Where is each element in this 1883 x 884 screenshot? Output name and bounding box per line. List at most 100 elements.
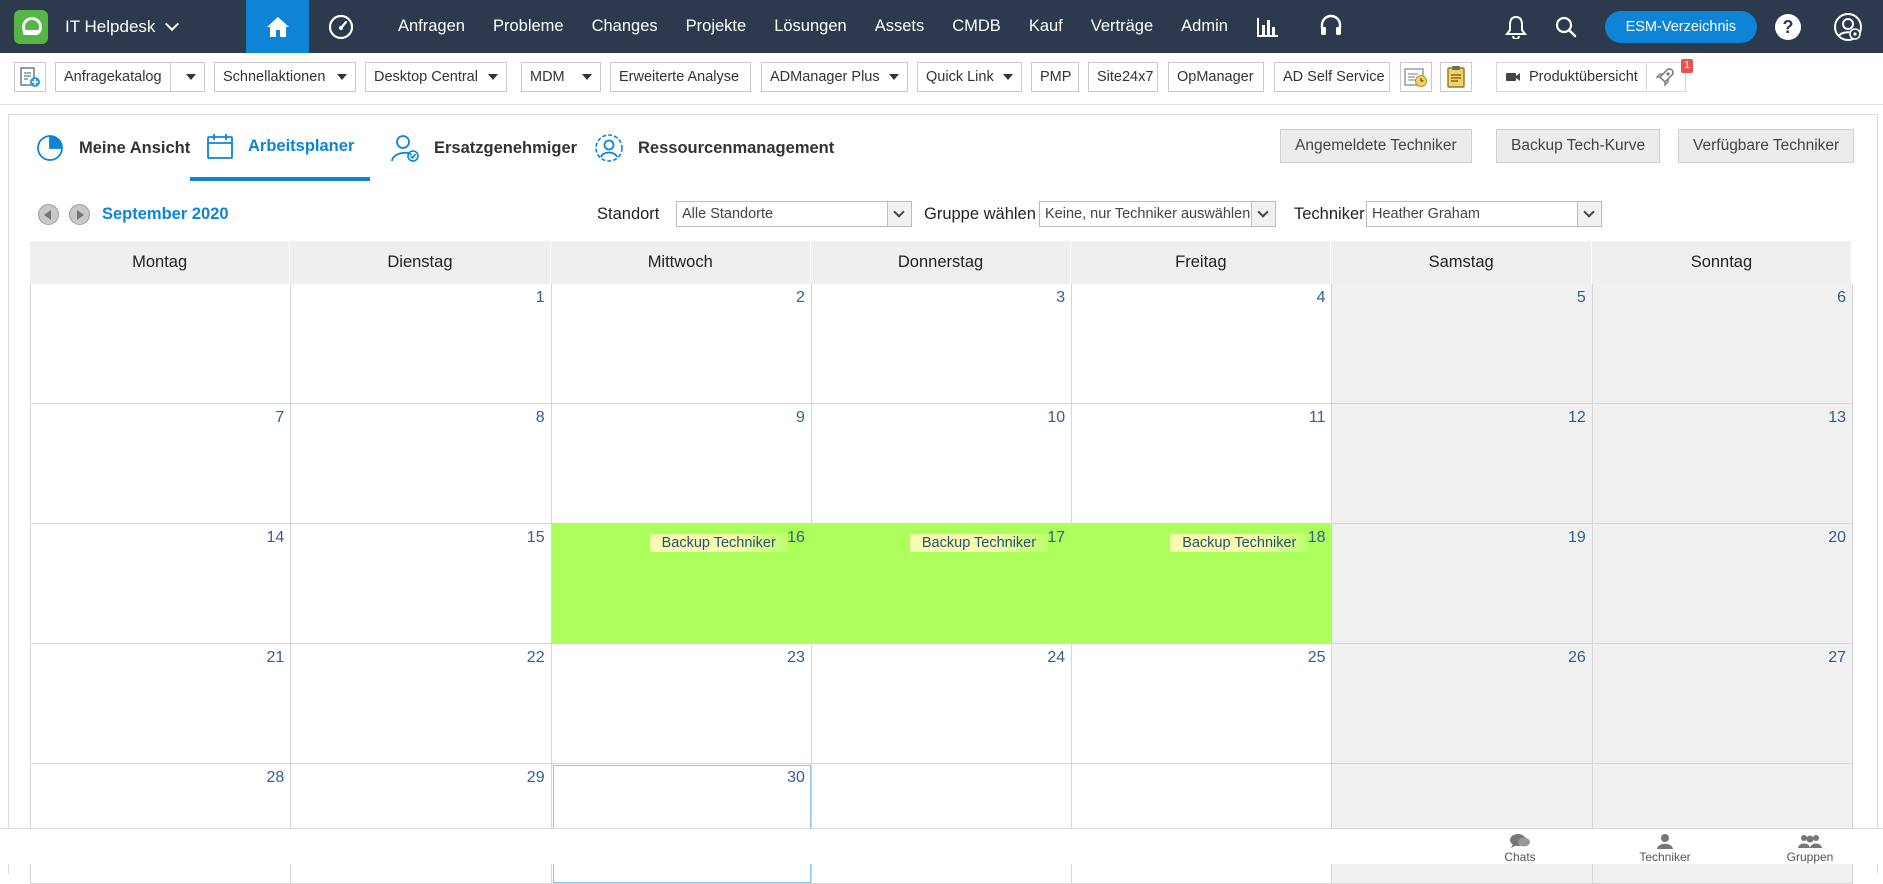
- standort-label: Standort: [597, 205, 660, 223]
- tab-meine-ansicht[interactable]: Meine Ansicht: [19, 115, 206, 181]
- nav-changes[interactable]: Changes: [578, 0, 672, 53]
- day-cell[interactable]: 14: [31, 524, 292, 644]
- standort-select[interactable]: Alle Standorte: [676, 201, 912, 227]
- nav-admin[interactable]: Admin: [1167, 0, 1242, 53]
- schnellaktionen-dropdown[interactable]: Schnellaktionen: [214, 62, 356, 92]
- day-cell[interactable]: 9: [551, 404, 812, 524]
- gruppe-select[interactable]: Keine, nur Techniker auswählen: [1039, 201, 1276, 227]
- opmanager-button[interactable]: OpManager: [1168, 62, 1264, 92]
- admanager-plus-label: ADManager Plus: [770, 69, 880, 85]
- admanager-plus-dropdown[interactable]: ADManager Plus: [761, 62, 908, 92]
- technicians-button[interactable]: Techniker: [1625, 833, 1705, 864]
- day-cell[interactable]: 19: [1332, 524, 1593, 644]
- home-button[interactable]: [246, 0, 309, 53]
- esm-directory-button[interactable]: ESM-Verzeichnis: [1604, 10, 1757, 43]
- clipboard-button[interactable]: [1440, 62, 1472, 92]
- nav-vertraege[interactable]: Verträge: [1077, 0, 1167, 53]
- weekday-monday: Montag: [30, 241, 291, 284]
- day-cell[interactable]: 10: [811, 404, 1073, 524]
- tab-arbeitsplaner[interactable]: Arbeitsplaner: [190, 115, 371, 181]
- nav-anfragen[interactable]: Anfragen: [384, 0, 479, 53]
- next-month-button[interactable]: [69, 204, 90, 225]
- nav-cmdb[interactable]: CMDB: [938, 0, 1015, 53]
- schnellaktionen-label: Schnellaktionen: [223, 69, 326, 85]
- app-title: IT Helpdesk: [65, 16, 156, 36]
- day-cell[interactable]: 11: [1072, 404, 1333, 524]
- chat-bubbles-icon: [1510, 834, 1530, 848]
- previous-month-button[interactable]: [38, 204, 59, 225]
- erweiterte-analyse-button[interactable]: Erweiterte Analyse: [610, 62, 751, 92]
- backup-tech-kurve-button[interactable]: Backup Tech-Kurve: [1496, 129, 1661, 163]
- timesheet-button[interactable]: [1400, 62, 1432, 92]
- help-button[interactable]: ?: [1775, 13, 1801, 40]
- tab-ersatzgenehmiger[interactable]: Ersatzgenehmiger: [374, 115, 593, 181]
- day-cell[interactable]: 26: [1332, 644, 1593, 764]
- anfragekatalog-dropdown[interactable]: Anfragekatalog: [55, 62, 205, 92]
- notifications-button[interactable]: [1491, 0, 1541, 53]
- backup-technician-event[interactable]: Backup Techniker: [1170, 534, 1309, 552]
- quick-toolbar: Anfragekatalog Schnellaktionen Desktop C…: [0, 53, 1883, 105]
- day-cell[interactable]: 29: [291, 764, 552, 884]
- backup-technician-event[interactable]: Backup Techniker: [909, 534, 1049, 552]
- angemeldete-techniker-button[interactable]: Angemeldete Techniker: [1280, 129, 1472, 163]
- tab-ressourcenmanagement[interactable]: Ressourcenmanagement: [578, 115, 850, 181]
- day-cell[interactable]: 28: [31, 764, 292, 884]
- day-cell[interactable]: 20: [1592, 524, 1854, 644]
- new-request-button[interactable]: [14, 62, 46, 92]
- day-cell[interactable]: 8: [291, 404, 552, 524]
- day-cell[interactable]: 13: [1592, 404, 1854, 524]
- day-cell[interactable]: 2: [551, 284, 812, 404]
- day-cell[interactable]: 1: [291, 284, 552, 404]
- techniker-value: Heather Graham: [1372, 206, 1480, 222]
- app-switcher[interactable]: IT Helpdesk: [0, 0, 246, 53]
- day-cell[interactable]: 7: [31, 404, 292, 524]
- day-cell[interactable]: 22: [291, 644, 552, 764]
- produktuebersicht-button[interactable]: Produktübersicht 1: [1496, 59, 1693, 92]
- day-cell[interactable]: [31, 284, 292, 404]
- reports-button[interactable]: [1242, 0, 1292, 53]
- ad-self-service-button[interactable]: AD Self Service: [1274, 62, 1390, 92]
- backup-technician-event[interactable]: Backup Techniker: [649, 534, 788, 552]
- day-cell[interactable]: 27: [1592, 644, 1854, 764]
- support-button[interactable]: [1306, 0, 1356, 53]
- day-cell-selected[interactable]: 30: [551, 764, 812, 884]
- day-cell[interactable]: 24: [811, 644, 1073, 764]
- dashboard-button[interactable]: [309, 0, 372, 53]
- day-cell[interactable]: 23: [551, 644, 812, 764]
- site24x7-button[interactable]: Site24x7: [1088, 62, 1158, 92]
- nav-probleme[interactable]: Probleme: [479, 0, 578, 53]
- search-button[interactable]: [1541, 0, 1591, 53]
- day-cell[interactable]: 4: [1072, 284, 1333, 404]
- techniker-select[interactable]: Heather Graham: [1366, 201, 1602, 227]
- produktuebersicht-label: Produktübersicht: [1529, 69, 1638, 85]
- day-cell-scheduled[interactable]: Backup Techniker 18: [1072, 524, 1333, 644]
- user-profile-button[interactable]: [1823, 0, 1873, 53]
- day-number: 2: [795, 289, 805, 306]
- rocket-badge: 1: [1681, 59, 1693, 73]
- bar-chart-icon: [1256, 17, 1278, 37]
- chats-button[interactable]: Chats: [1480, 833, 1560, 864]
- desktop-central-dropdown[interactable]: Desktop Central: [365, 62, 507, 92]
- quick-link-dropdown[interactable]: Quick Link: [917, 62, 1022, 92]
- day-cell-scheduled[interactable]: Backup Techniker 17: [811, 524, 1073, 644]
- day-cell[interactable]: 6: [1592, 284, 1854, 404]
- day-number: 6: [1837, 289, 1847, 306]
- nav-assets[interactable]: Assets: [861, 0, 939, 53]
- day-cell[interactable]: 12: [1332, 404, 1593, 524]
- pmp-button[interactable]: PMP: [1031, 62, 1079, 92]
- verfuegbare-techniker-button[interactable]: Verfügbare Techniker: [1678, 129, 1855, 163]
- mdm-dropdown[interactable]: MDM: [521, 62, 601, 92]
- standort-value: Alle Standorte: [682, 206, 774, 222]
- day-cell[interactable]: 15: [291, 524, 552, 644]
- day-cell[interactable]: 3: [811, 284, 1073, 404]
- nav-projekte[interactable]: Projekte: [672, 0, 761, 53]
- weekday-header: Montag Dienstag Mittwoch Donnerstag Frei…: [30, 241, 1853, 284]
- groups-button[interactable]: Gruppen: [1770, 833, 1850, 864]
- day-cell[interactable]: 21: [31, 644, 292, 764]
- nav-loesungen[interactable]: Lösungen: [760, 0, 861, 53]
- nav-kauf[interactable]: Kauf: [1015, 0, 1077, 53]
- techniker-label: Techniker: [1294, 205, 1365, 223]
- day-cell-scheduled[interactable]: Backup Techniker 16: [551, 524, 812, 644]
- day-cell[interactable]: 5: [1332, 284, 1593, 404]
- day-cell[interactable]: 25: [1072, 644, 1333, 764]
